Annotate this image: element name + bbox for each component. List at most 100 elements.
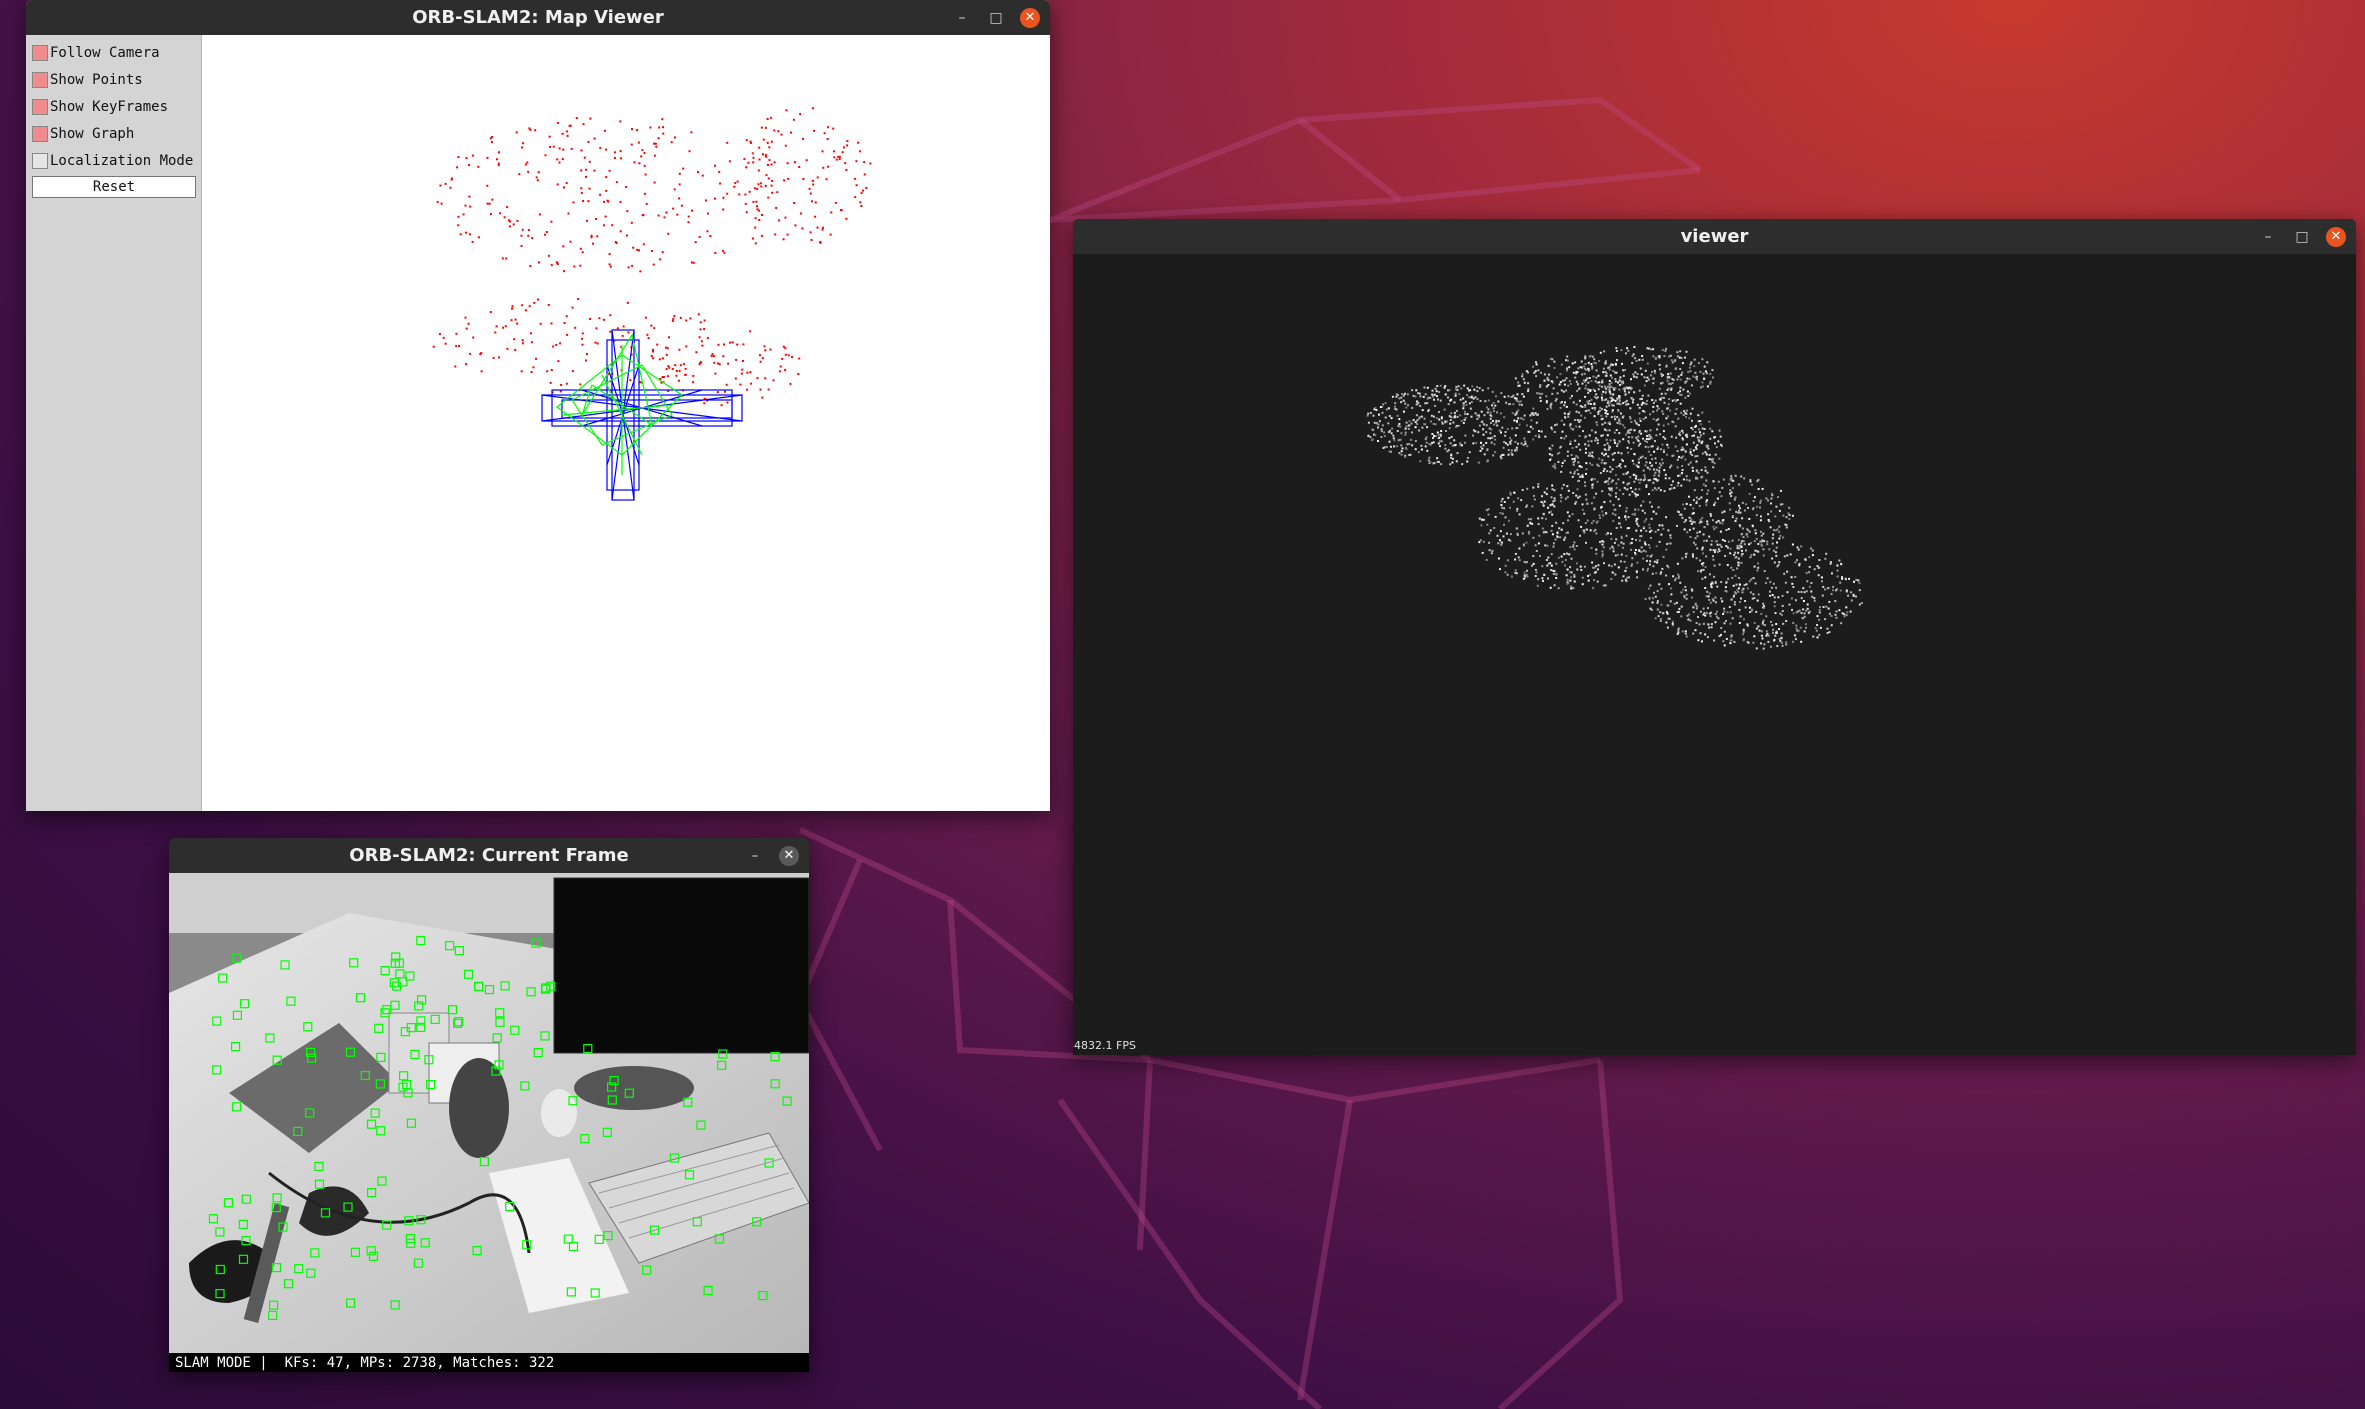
cloud-point: [1600, 381, 1603, 384]
cloud-point: [1438, 440, 1441, 443]
cloud-point: [1663, 401, 1666, 404]
checkbox-icon[interactable]: [32, 126, 48, 142]
cloud-point: [1737, 561, 1740, 564]
cloud-point: [1637, 508, 1640, 511]
cloud-point: [1481, 420, 1484, 423]
close-icon[interactable]: ✕: [1020, 7, 1040, 28]
map-point: [800, 212, 802, 215]
map-point: [761, 396, 764, 399]
reset-button[interactable]: Reset: [32, 176, 196, 198]
map-point: [742, 360, 744, 362]
minimize-icon[interactable]: –: [2258, 227, 2278, 247]
map-viewer-titlebar[interactable]: ORB-SLAM2: Map Viewer – □ ✕: [26, 0, 1050, 35]
close-icon[interactable]: ✕: [2326, 226, 2346, 247]
minimize-icon[interactable]: –: [952, 8, 972, 28]
show-graph-toggle[interactable]: Show Graph: [32, 123, 134, 145]
checkbox-icon[interactable]: [32, 72, 48, 88]
cloud-point: [1592, 519, 1595, 522]
cloud-point: [1593, 358, 1596, 361]
cloud-point: [1723, 539, 1726, 542]
cloud-point: [1657, 528, 1660, 531]
cloud-point: [1527, 430, 1530, 433]
point-cloud-canvas[interactable]: [1073, 254, 2356, 1055]
map-point: [767, 177, 770, 180]
cloud-point: [1714, 540, 1717, 543]
cloud-point: [1507, 496, 1510, 499]
cloud-point: [1600, 393, 1603, 396]
map-point: [603, 318, 605, 321]
close-icon[interactable]: ✕: [779, 845, 799, 866]
checkbox-icon[interactable]: [32, 99, 48, 115]
map-point: [451, 177, 453, 180]
map-point: [816, 176, 819, 179]
cloud-point: [1584, 436, 1587, 439]
cloud-point: [1464, 413, 1467, 416]
map-point: [860, 205, 863, 207]
cloud-point: [1616, 421, 1619, 424]
cloud-point: [1514, 449, 1517, 452]
maximize-icon[interactable]: □: [986, 8, 1006, 28]
cloud-point: [1669, 542, 1672, 545]
cloud-point: [1656, 600, 1659, 603]
cloud-point: [1571, 362, 1574, 365]
show-keyframes-toggle[interactable]: Show KeyFrames: [32, 96, 168, 118]
cloud-point: [1713, 528, 1716, 531]
cloud-point: [1417, 392, 1420, 395]
localization-mode-toggle[interactable]: Localization Mode: [32, 150, 193, 172]
cloud-point: [1780, 632, 1783, 635]
cloud-point: [1406, 393, 1409, 396]
cloud-point: [1622, 438, 1625, 441]
cloud-point: [1652, 401, 1655, 404]
cloud-point: [1618, 379, 1621, 382]
cloud-point: [1520, 499, 1523, 502]
cloud-point: [1553, 505, 1556, 508]
cloud-point: [1840, 622, 1843, 625]
cloud-point: [1595, 532, 1598, 535]
cloud-point: [1497, 557, 1500, 560]
cloud-point: [1464, 410, 1467, 413]
map-point: [530, 371, 533, 373]
cloud-point: [1771, 494, 1774, 497]
cloud-point: [1699, 386, 1702, 389]
cloud-point: [1650, 348, 1652, 351]
cloud-point: [1605, 512, 1607, 515]
cloud-point: [1578, 425, 1581, 428]
cloud-point: [1836, 564, 1839, 567]
map-point: [528, 305, 531, 308]
cloud-point: [1583, 372, 1586, 375]
cloud-point: [1760, 530, 1762, 533]
cloud-point: [1690, 361, 1693, 364]
cloud-point: [1774, 612, 1777, 615]
cloud-point: [1816, 624, 1819, 626]
cloud-point: [1606, 442, 1609, 445]
maximize-icon[interactable]: □: [2292, 227, 2312, 247]
map-point: [662, 132, 665, 135]
current-frame-titlebar[interactable]: ORB-SLAM2: Current Frame – ✕: [169, 838, 809, 873]
cloud-point: [1639, 478, 1642, 481]
cloud-point: [1710, 623, 1713, 626]
map-3d-canvas[interactable]: [202, 35, 1050, 811]
cloud-point: [1699, 610, 1702, 613]
map-point: [729, 341, 732, 344]
map-point: [658, 126, 661, 129]
cloud-point: [1742, 536, 1745, 539]
map-point: [742, 343, 745, 346]
checkbox-icon[interactable]: [32, 153, 48, 169]
show-points-toggle[interactable]: Show Points: [32, 69, 143, 91]
map-point: [491, 198, 494, 201]
cloud-point: [1670, 487, 1673, 490]
follow-camera-toggle[interactable]: Follow Camera: [32, 42, 160, 64]
cloud-point: [1635, 475, 1638, 478]
cloud-point: [1716, 497, 1719, 500]
cloud-point: [1580, 360, 1583, 363]
cloud-point: [1402, 399, 1405, 402]
minimize-icon[interactable]: –: [745, 846, 765, 866]
cloud-point: [1504, 516, 1507, 519]
checkbox-icon[interactable]: [32, 45, 48, 61]
cloud-point: [1506, 428, 1509, 430]
viewer-titlebar[interactable]: viewer – □ ✕: [1073, 219, 2356, 254]
cloud-point: [1423, 423, 1426, 426]
cloud-point: [1618, 516, 1621, 519]
cloud-point: [1571, 395, 1573, 397]
cloud-point: [1709, 548, 1712, 551]
